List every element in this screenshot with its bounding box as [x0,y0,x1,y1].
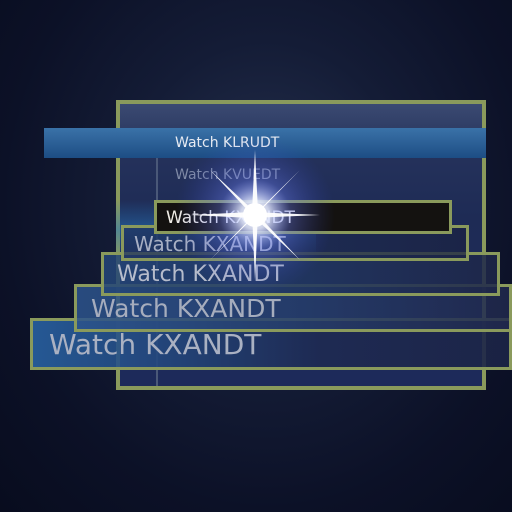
menu-item-label: Watch KXANDT [49,328,262,361]
menu-item-label: Watch KLRUDT [175,135,280,151]
menu-item-label: Watch KXANDT [117,262,284,287]
menu-item-label: Watch KXANDT [134,232,286,256]
menu-item-watch-klrudt[interactable]: Watch KLRUDT [44,128,486,158]
menu-item-label: Watch KXANDT [91,294,281,323]
menu-item-label: Watch KVUEDT [175,167,281,183]
menu-item-label: Watch KXANDT [166,208,295,228]
menu-item-watch-kvuedt[interactable]: Watch KVUEDT [160,160,486,190]
menu-item-watch-kxandt-selected[interactable]: Watch KXANDT [154,200,452,234]
